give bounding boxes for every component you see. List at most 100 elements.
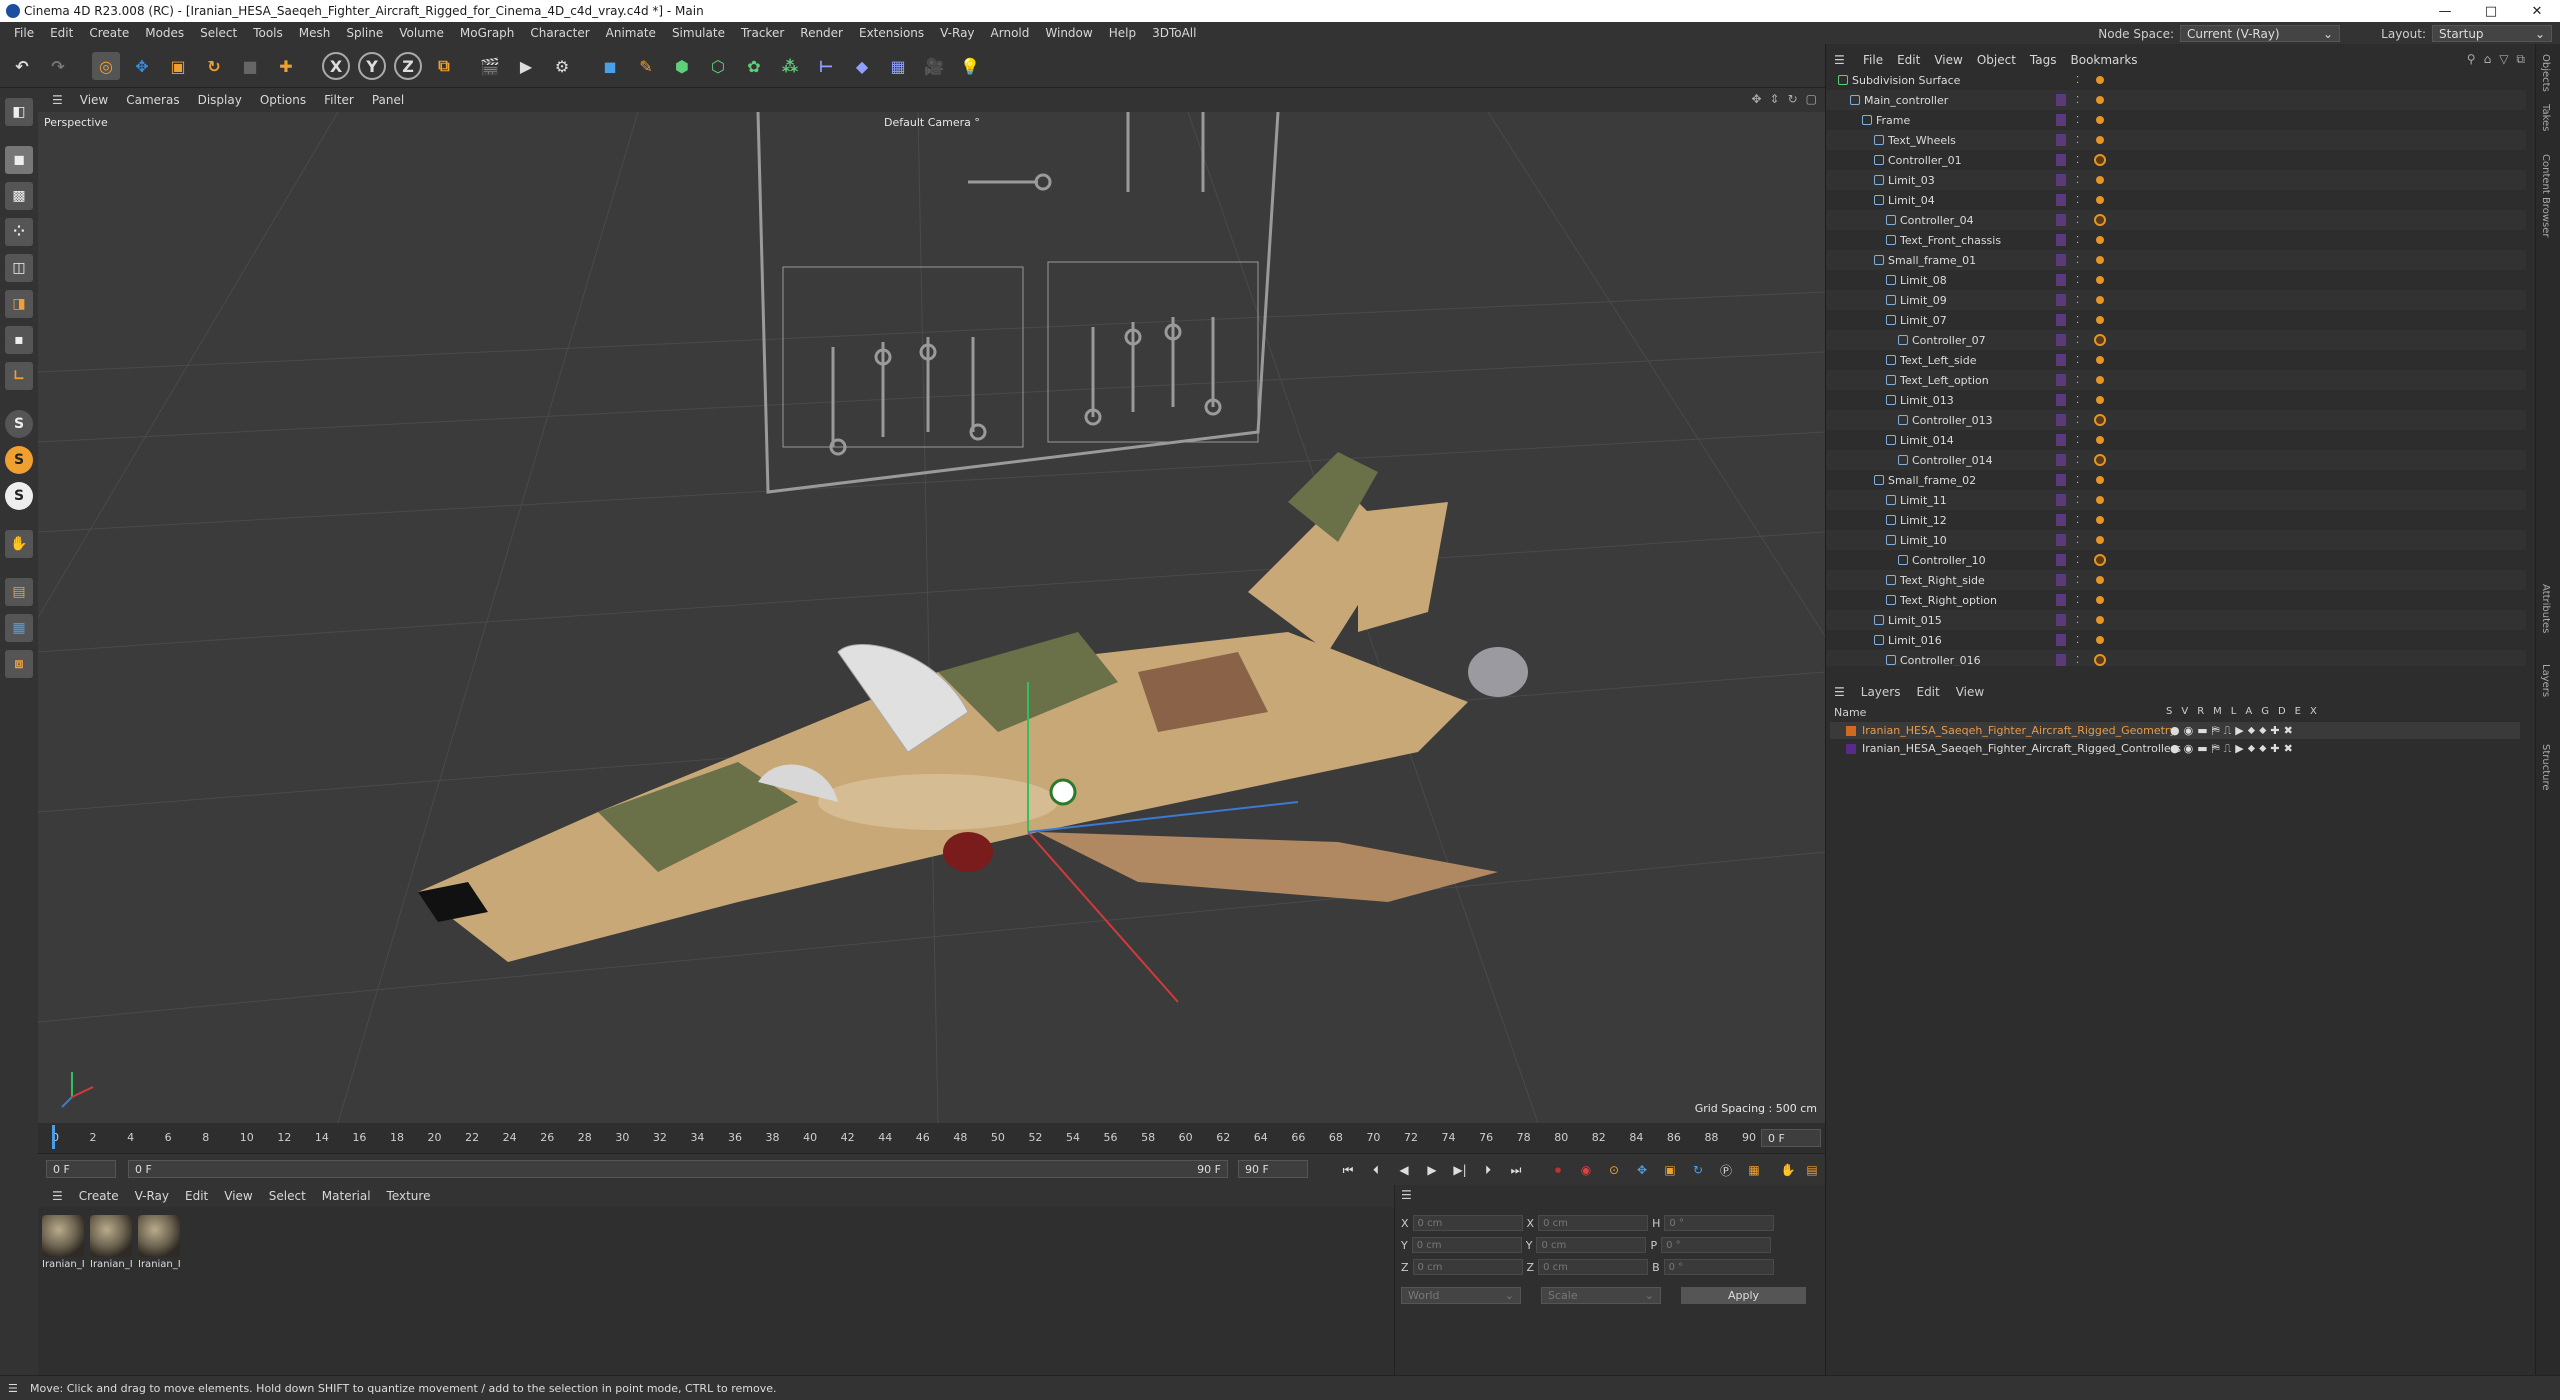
side-tab-layers[interactable]: Layers (2540, 664, 2551, 697)
autokeying-icon[interactable]: ◉ (1576, 1160, 1596, 1180)
redo-icon[interactable]: ↷ (44, 52, 72, 80)
material-menu-select[interactable]: Select (261, 1189, 314, 1203)
workplane-icon[interactable]: ✋ (5, 530, 33, 558)
material-swatch[interactable]: Iranian_I (138, 1215, 181, 1270)
end-frame-field[interactable]: 90 F (1238, 1160, 1308, 1178)
model-mode-icon[interactable]: ◼ (5, 146, 33, 174)
layer-row[interactable]: Iranian_HESA_Saeqeh_Fighter_Aircraft_Rig… (1830, 740, 2520, 757)
material-menu-texture[interactable]: Texture (379, 1189, 439, 1203)
layer-color-swatch[interactable] (2056, 174, 2066, 186)
visibility-dots-icon[interactable]: ⁚ (2076, 135, 2079, 146)
visibility-dots-icon[interactable]: ⁚ (2076, 315, 2079, 326)
layer-row[interactable]: Iranian_HESA_Saeqeh_Fighter_Aircraft_Rig… (1830, 722, 2520, 739)
move-tool-icon[interactable]: ✥ (128, 52, 156, 80)
x-axis-lock-button[interactable]: X (322, 52, 350, 80)
xpresso-tag-icon[interactable] (2096, 536, 2104, 544)
scale-tool-icon[interactable]: ▣ (164, 52, 192, 80)
xpresso-tag-icon[interactable] (2096, 296, 2104, 304)
layer-flag-header[interactable]: M (2213, 706, 2222, 717)
coordinate-system-icon[interactable]: ⧉ (430, 52, 458, 80)
hamburger-icon[interactable]: ☰ (1401, 1188, 1412, 1202)
live-selection-icon[interactable]: ◎ (92, 52, 120, 80)
side-tab-takes[interactable]: Takes (2540, 104, 2551, 131)
parameter-key-icon[interactable]: Ⓟ (1716, 1160, 1736, 1180)
toggle-views-icon[interactable]: ▢ (1806, 92, 1817, 106)
node-space-dropdown[interactable]: Current (V-Ray) ⌄ (2180, 25, 2340, 42)
protection-tag-icon[interactable] (2094, 454, 2106, 466)
protection-tag-icon[interactable] (2094, 214, 2106, 226)
object-menu-bookmarks[interactable]: Bookmarks (2064, 53, 2145, 67)
xpresso-tag-icon[interactable] (2096, 136, 2104, 144)
rotation-h-field[interactable]: 0 ° (1664, 1215, 1775, 1231)
layer-color-swatch[interactable] (2056, 494, 2066, 506)
menu-render[interactable]: Render (792, 26, 851, 40)
xpresso-tag-icon[interactable] (2096, 376, 2104, 384)
orbit-icon[interactable]: ↻ (1788, 92, 1798, 106)
position-x-field[interactable]: 0 cm (1412, 1215, 1523, 1231)
close-button[interactable]: ✕ (2514, 0, 2560, 22)
menu-arnold[interactable]: Arnold (983, 26, 1038, 40)
xpresso-tag-icon[interactable] (2096, 596, 2104, 604)
grid-icon[interactable]: ▤ (5, 578, 33, 606)
hamburger-icon[interactable]: ☰ (1834, 53, 1845, 67)
point-level-key-icon[interactable]: ▦ (1744, 1160, 1764, 1180)
object-menu-file[interactable]: File (1856, 53, 1890, 67)
object-row[interactable]: Text_Left_side ⁚ (1826, 350, 2526, 370)
menu-spline[interactable]: Spline (338, 26, 391, 40)
field-icon[interactable]: ◆ (848, 52, 876, 80)
visibility-dots-icon[interactable]: ⁚ (2076, 655, 2079, 666)
maximize-button[interactable]: □ (2468, 0, 2514, 22)
light-icon[interactable]: 💡 (956, 52, 984, 80)
layer-color-swatch[interactable] (2056, 554, 2066, 566)
object-row[interactable]: Text_Left_option ⁚ (1826, 370, 2526, 390)
timeline-ruler[interactable]: 0 2 4 6 8 10 12 14 16 18 20 22 24 26 28 30 32 34 36 38 40 42 4… (38, 1123, 1825, 1153)
make-editable-icon[interactable]: ◧ (5, 98, 33, 126)
apply-button[interactable]: Apply (1681, 1287, 1806, 1304)
dolly-icon[interactable]: ⇕ (1770, 92, 1780, 106)
position-key-icon[interactable]: ✥ (1632, 1160, 1652, 1180)
home-icon[interactable]: ⌂ (2484, 52, 2492, 67)
viewport-menu-options[interactable]: Options (251, 93, 315, 107)
layer-color-swatch[interactable] (2056, 194, 2066, 206)
position-y-field[interactable]: 0 cm (1411, 1237, 1522, 1253)
visibility-dots-icon[interactable]: ⁚ (2076, 235, 2079, 246)
new-view-icon[interactable]: ⧉ (2516, 52, 2525, 67)
cube-primitive-icon[interactable]: ◼ (596, 52, 624, 80)
layer-flag-header[interactable]: R (2197, 706, 2204, 717)
xpresso-tag-icon[interactable] (2096, 576, 2104, 584)
object-row[interactable]: Controller_07 ⁚ (1826, 330, 2526, 350)
current-frame-field[interactable]: 0 F (1761, 1129, 1821, 1147)
visibility-dots-icon[interactable]: ⁚ (2076, 555, 2079, 566)
xpresso-tag-icon[interactable] (2096, 276, 2104, 284)
visibility-dots-icon[interactable]: ⁚ (2076, 575, 2079, 586)
menu-3dtoall[interactable]: 3DToAll (1144, 26, 1204, 40)
viewport-perspective[interactable]: ☰ View Cameras Display Options Filter Panel ✥… (38, 88, 1825, 1123)
menu-mograph[interactable]: MoGraph (452, 26, 523, 40)
visibility-dots-icon[interactable]: ⁚ (2076, 275, 2079, 286)
material-swatch[interactable]: Iranian_I (90, 1215, 133, 1270)
layer-color-swatch[interactable] (2056, 454, 2066, 466)
protection-tag-icon[interactable] (2094, 554, 2106, 566)
viewport-menu-view[interactable]: View (71, 93, 117, 107)
layer-color-swatch[interactable] (2056, 354, 2066, 366)
solo-hierarchy-button[interactable]: S (5, 482, 33, 510)
menu-modes[interactable]: Modes (137, 26, 192, 40)
quantize-icon[interactable]: ▦ (5, 614, 33, 642)
menu-simulate[interactable]: Simulate (664, 26, 733, 40)
layer-color-swatch[interactable] (2056, 634, 2066, 646)
layer-color-swatch[interactable] (2056, 534, 2066, 546)
go-to-start-icon[interactable]: ⏮ (1338, 1160, 1358, 1180)
layer-flag-header[interactable]: X (2310, 706, 2317, 717)
next-key-icon[interactable]: ⏵ (1478, 1160, 1498, 1180)
xpresso-tag-icon[interactable] (2096, 636, 2104, 644)
size-z-field[interactable]: 0 cm (1538, 1259, 1649, 1275)
xpresso-tag-icon[interactable] (2096, 256, 2104, 264)
visibility-dots-icon[interactable]: ⁚ (2076, 415, 2079, 426)
menu-create[interactable]: Create (81, 26, 137, 40)
size-y-field[interactable]: 0 cm (1536, 1237, 1647, 1253)
floor-icon[interactable]: ▦ (884, 52, 912, 80)
minimize-button[interactable]: — (2422, 0, 2468, 22)
points-mode-icon[interactable]: ⁘ (5, 218, 33, 246)
object-row[interactable]: Limit_04 ⁚ (1826, 190, 2526, 210)
visibility-dots-icon[interactable]: ⁚ (2076, 475, 2079, 486)
